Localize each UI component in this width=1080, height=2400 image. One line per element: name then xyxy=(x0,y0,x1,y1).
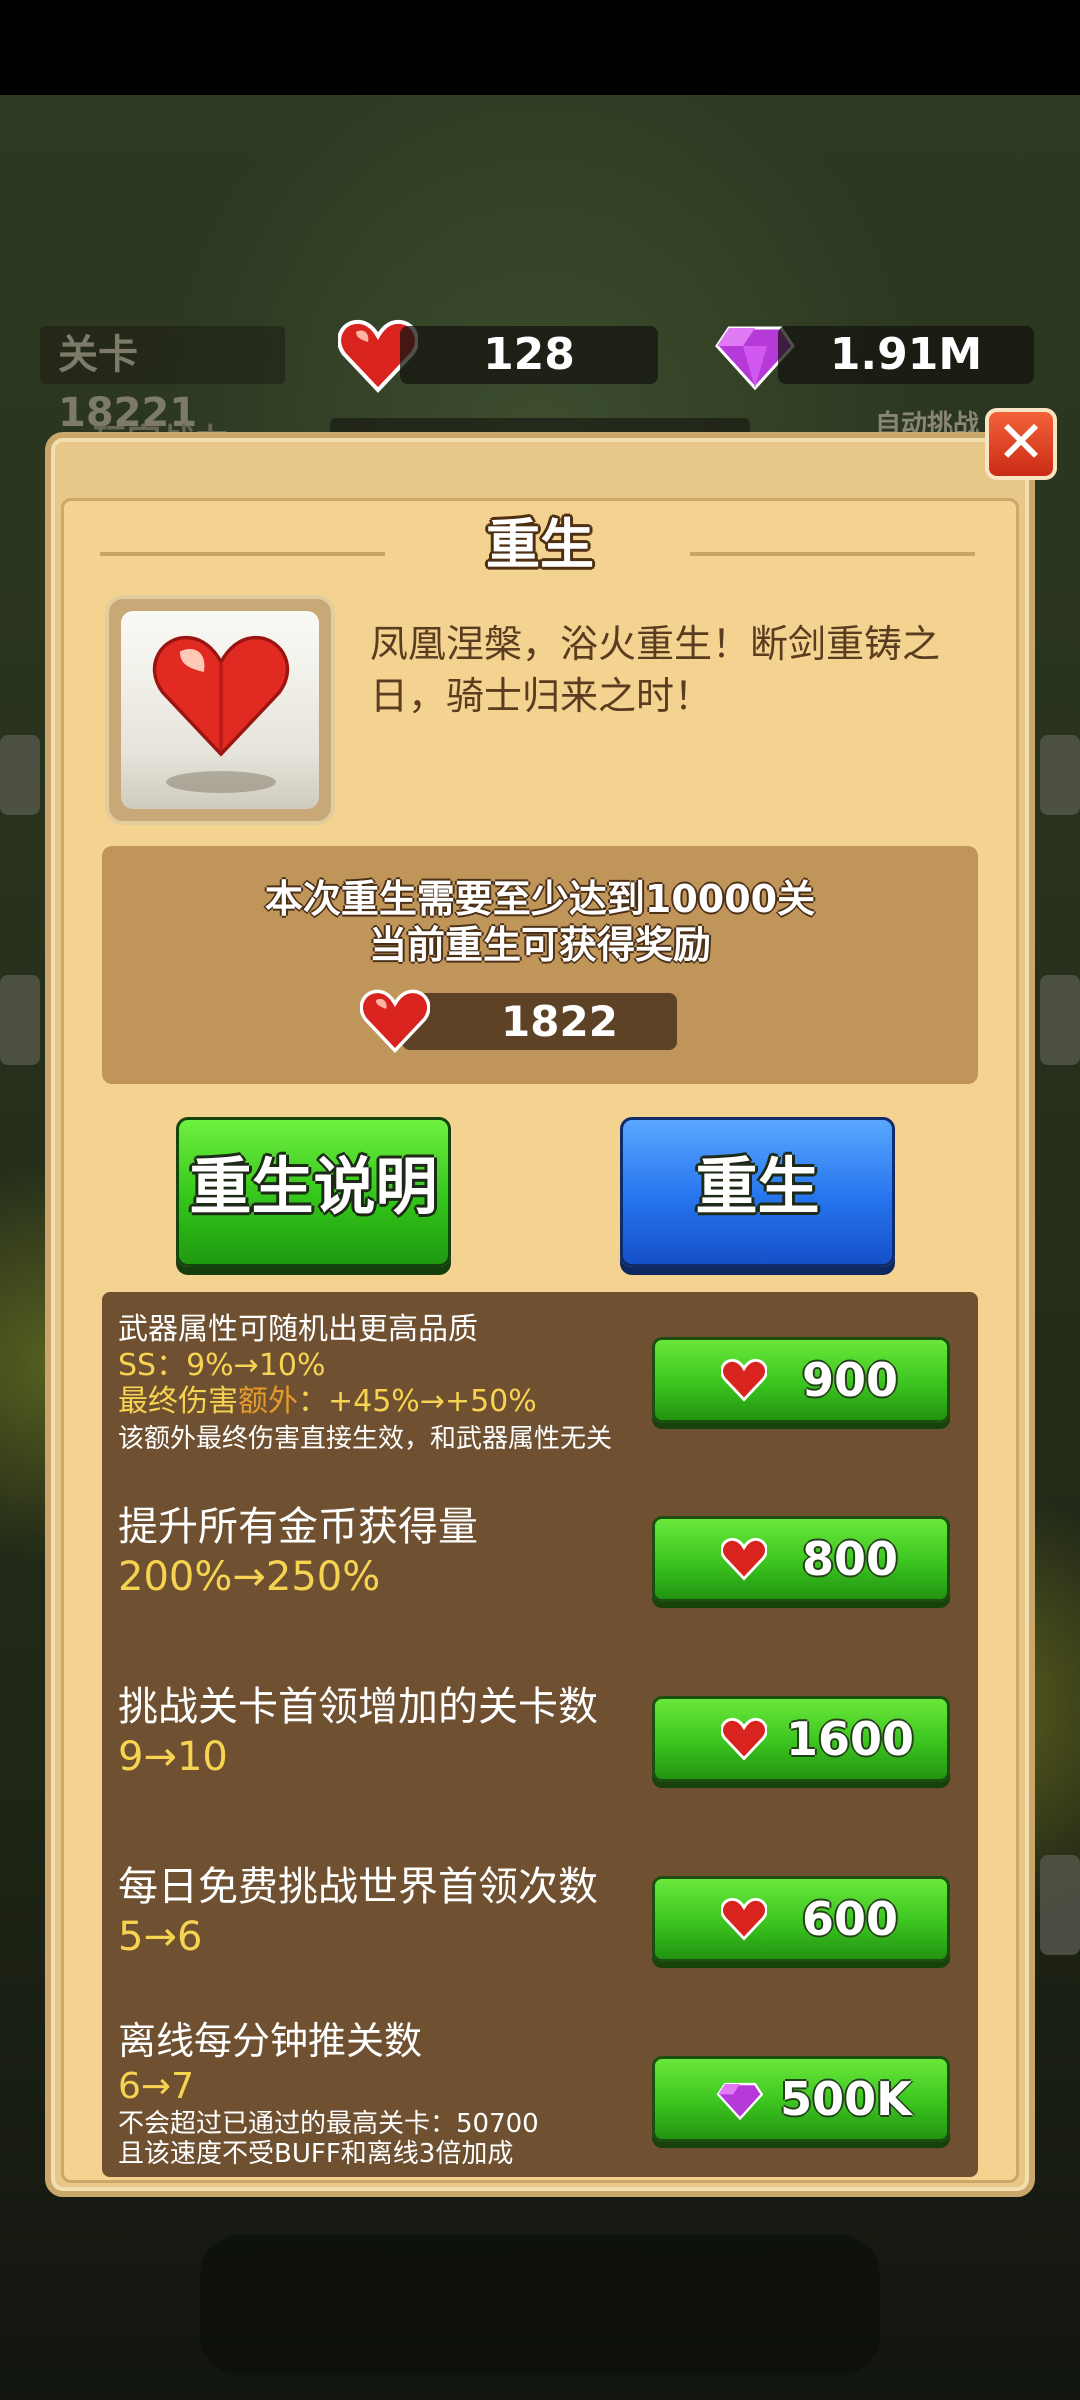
extra-damage-value: ：+45%→+50% xyxy=(298,1384,537,1419)
reward-amount: 1822 xyxy=(402,993,677,1050)
ground-shadow xyxy=(200,2235,880,2375)
rebirth-icon-box xyxy=(121,611,319,809)
heart-count: 128 xyxy=(400,326,658,384)
upgrade-title: 武器属性可随机出更高品质 xyxy=(118,1312,478,1347)
upgrade-item-boss-stages: 挑战关卡首领增加的关卡数 9→10 xyxy=(118,1682,658,1782)
reward-label: 当前重生可获得奖励 xyxy=(368,923,711,967)
upgrade-extra-damage: 最终伤害额外：+45%→+50% xyxy=(118,1384,638,1420)
buy-button[interactable]: 900 xyxy=(652,1337,950,1423)
upgrade-value: 6→7 xyxy=(118,2066,194,2107)
upgrade-list: 武器属性可随机出更高品质 SS：9%→10% 最终伤害额外：+45%→+50% … xyxy=(102,1292,978,2177)
buy-cost: 600 xyxy=(801,1892,899,1946)
gem-icon xyxy=(717,2077,763,2121)
upgrade-item-weapon-quality: 武器属性可随机出更高品质 SS：9%→10% 最终伤害额外：+45%→+50% … xyxy=(118,1312,638,1458)
upgrade-value: 200%→250% xyxy=(118,1554,381,1600)
heart-icon xyxy=(151,631,291,761)
heart-icon xyxy=(360,988,430,1054)
buy-button[interactable]: 600 xyxy=(652,1876,950,1962)
upgrade-note: 且该速度不受BUFF和离线3倍加成 xyxy=(118,2139,514,2169)
upgrade-item-gold-gain: 提升所有金币获得量 200%→250% xyxy=(118,1502,638,1602)
heart-icon xyxy=(721,1537,767,1581)
buy-button[interactable]: 1600 xyxy=(652,1696,950,1782)
close-button[interactable]: ✕ xyxy=(985,408,1057,480)
rebirth-icon-frame xyxy=(105,595,335,825)
upgrade-title: 离线每分钟推关数 xyxy=(118,2019,423,2063)
extra-damage-highlight: 额外 xyxy=(238,1384,298,1419)
reward-panel: 本次重生需要至少达到10000关 当前重生可获得奖励 1822 xyxy=(102,846,978,1084)
stone-block xyxy=(1040,1855,1080,1955)
level-label: 关卡 xyxy=(58,332,138,378)
stone-block xyxy=(0,735,40,815)
buy-button[interactable]: 800 xyxy=(652,1516,950,1602)
icon-shadow xyxy=(166,771,276,793)
stone-block xyxy=(1040,975,1080,1065)
extra-damage-prefix: 最终伤害 xyxy=(118,1384,238,1419)
upgrade-note: 该额外最终伤害直接生效，和武器属性无关 xyxy=(118,1424,613,1454)
upgrade-value: 5→6 xyxy=(118,1914,203,1960)
heart-icon xyxy=(721,1717,767,1761)
rebirth-description: 凤凰涅槃，浴火重生！断剑重铸之日，骑士归来之时！ xyxy=(370,622,941,718)
dialog-title: 重生 xyxy=(486,513,594,576)
level-indicator: 关卡 18221 xyxy=(40,326,285,436)
rebirth-button[interactable]: 重生 xyxy=(620,1117,895,1267)
gem-count: 1.91M xyxy=(778,326,1034,384)
upgrade-note: 不会超过已通过的最高关卡：50700 xyxy=(118,2109,539,2139)
buy-cost: 1600 xyxy=(785,1712,915,1766)
upgrade-item-world-boss: 每日免费挑战世界首领次数 5→6 xyxy=(118,1862,658,1962)
buy-cost: 500K xyxy=(780,2072,912,2126)
rebirth-info-button[interactable]: 重生说明 xyxy=(176,1117,451,1267)
upgrade-title: 挑战关卡首领增加的关卡数 xyxy=(118,1684,598,1730)
upgrade-item-offline-stages: 离线每分钟推关数 6→7 不会超过已通过的最高关卡：50700 且该速度不受BU… xyxy=(118,2017,658,2169)
stone-block xyxy=(0,975,40,1065)
heart-icon xyxy=(721,1897,767,1941)
stone-block xyxy=(1040,735,1080,815)
upgrade-value: SS：9%→10% xyxy=(118,1348,326,1383)
buy-button[interactable]: 500K xyxy=(652,2056,950,2142)
heart-icon xyxy=(721,1358,767,1402)
buy-cost: 800 xyxy=(801,1532,899,1586)
upgrade-title: 提升所有金币获得量 xyxy=(118,1504,478,1550)
upgrade-value: 9→10 xyxy=(118,1734,228,1780)
upgrade-title: 每日免费挑战世界首领次数 xyxy=(118,1864,598,1910)
buy-cost: 900 xyxy=(801,1353,899,1407)
